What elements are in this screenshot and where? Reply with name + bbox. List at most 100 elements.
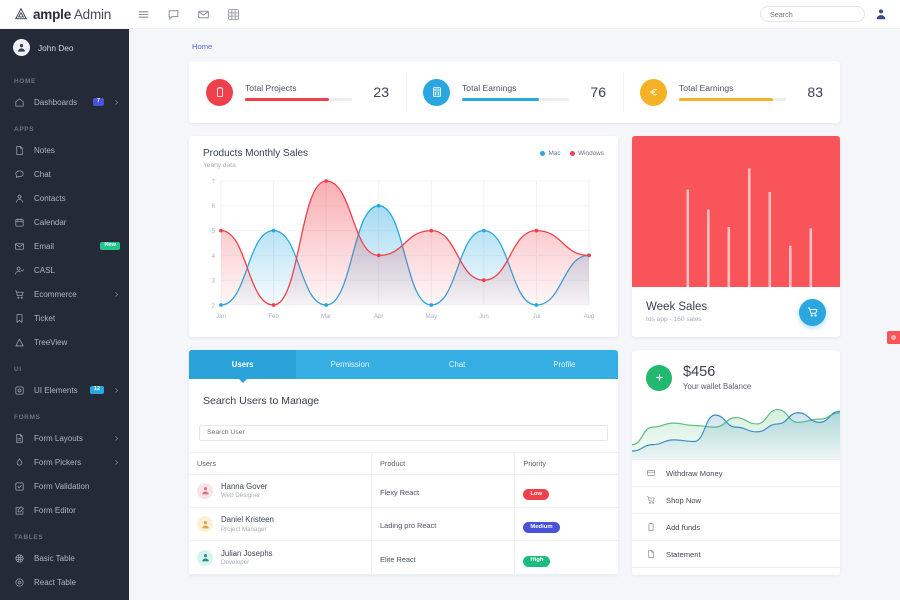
week-sales-title: Week Sales — [646, 301, 708, 313]
stat-card-body: Total Projects — [245, 83, 361, 101]
stat-progress-track — [679, 98, 787, 101]
cell-user: Julian Josephs Developer — [189, 540, 373, 575]
sidebar-item-badge: 7 — [92, 97, 104, 107]
svg-text:Jun: Jun — [479, 314, 489, 320]
product-name: Lading pro React — [380, 521, 437, 531]
svg-text:Apr: Apr — [374, 314, 383, 320]
search-input[interactable] — [760, 6, 865, 22]
stat-progress-fill — [679, 98, 774, 101]
contact-icon — [14, 193, 25, 204]
content-area: Total Projects 23 Total Earnings 76 Total Ea… — [129, 51, 900, 575]
legend-item-windows[interactable]: Windows — [569, 150, 604, 157]
sidebar-item-label: Basic Table — [34, 553, 75, 563]
main-content: Home Total Projects 23 Total Earnings 76 Tot… — [129, 29, 900, 600]
edit-square-icon — [14, 505, 25, 516]
tab-users[interactable]: Users — [189, 350, 297, 379]
sidebar-item-label: CASL — [34, 265, 55, 275]
svg-text:May: May — [426, 314, 437, 320]
user-name: Daniel Kristeen — [221, 515, 274, 525]
chart-header: Products Monthly Sales Yearly data Mac Wi… — [199, 148, 608, 169]
sidebar-item-casl[interactable]: CASL — [0, 258, 129, 282]
user-role: Developer — [221, 559, 250, 567]
sidebar-item-label: Email — [34, 241, 55, 251]
user-name: Hanna Gover — [221, 481, 268, 491]
cell-user: Daniel Kristeen Project Manager — [189, 507, 373, 542]
user-avatar-icon — [201, 487, 209, 495]
wallet-icon — [646, 468, 656, 478]
wallet-menu-label: Shop Now — [666, 495, 702, 505]
users-heading: Search Users to Manage — [203, 395, 320, 407]
tab-chat[interactable]: Chat — [404, 350, 511, 379]
wallet-subtitle: Your wallet Balance — [683, 382, 752, 391]
sidebar-item-chat[interactable]: Chat — [0, 162, 129, 186]
wallet-menu-item-add-funds[interactable]: Add funds — [632, 514, 840, 541]
envelope-icon[interactable] — [197, 8, 210, 21]
sidebar-item-form-editor[interactable]: Form Editor — [0, 498, 129, 522]
week-sales-cart-button[interactable] — [799, 298, 826, 326]
app-body: John Deo HOME Dashboards 7 APPS Notes Chat Con… — [0, 29, 900, 600]
brand-logo-area[interactable]: ample Admin — [0, 7, 129, 22]
brand-bold: ample — [33, 6, 72, 22]
avatar — [197, 549, 213, 566]
table-row[interactable]: Julian Josephs Developer Elite React High — [189, 540, 618, 575]
sidebar-item-email[interactable]: Email New — [0, 234, 129, 258]
wallet-amount: $456 — [683, 364, 716, 380]
sidebar-item-react-table[interactable]: React Table — [0, 570, 129, 594]
comment-icon[interactable] — [167, 8, 180, 21]
mail-icon — [14, 241, 25, 252]
sidebar-item-ticket[interactable]: Ticket — [0, 306, 129, 330]
legend-swatch — [539, 150, 546, 157]
legend-item-mac[interactable]: Mac — [539, 150, 561, 157]
breadcrumb[interactable]: Home — [129, 29, 900, 51]
sidebar-item-basic-table[interactable]: Basic Table — [0, 546, 129, 570]
clipboard-icon — [646, 522, 656, 532]
wallet-menu-item-shop-now[interactable]: Shop Now — [632, 487, 840, 514]
user-avatar-icon[interactable] — [874, 7, 888, 21]
sidebar-item-badge: New — [100, 241, 120, 251]
sidebar-item-ecommerce[interactable]: Ecommerce — [0, 282, 129, 306]
product-name: Flexy React — [380, 487, 420, 497]
sidebar-item-label: Contacts — [34, 193, 66, 203]
sidebar-item-ui-elements[interactable]: UI Elements 12 — [0, 378, 129, 402]
table-row[interactable]: Hanna Gover Web Designer Flexy React Low — [189, 474, 618, 508]
products-monthly-sales-card: Products Monthly Sales Yearly data Mac Wi… — [189, 136, 618, 337]
search-user-input[interactable] — [199, 424, 608, 441]
sidebar-item-dashboards[interactable]: Dashboards 7 — [0, 90, 129, 114]
avatar — [13, 39, 30, 56]
sidebar-item-label: Chat — [34, 169, 51, 179]
wallet-menu-item-withdraw-money[interactable]: Withdraw Money — [632, 460, 840, 487]
sidebar-item-label: Calendar — [34, 217, 67, 227]
tab-permission[interactable]: Permission — [296, 350, 403, 379]
check-square-icon — [14, 481, 25, 492]
svg-text:Aug: Aug — [584, 314, 595, 320]
file-icon — [14, 433, 25, 444]
sidebar-item-form-pickers[interactable]: Form Pickers — [0, 450, 129, 474]
sidebar-profile[interactable]: John Deo — [0, 29, 129, 66]
svg-text:4: 4 — [212, 254, 216, 260]
table-row[interactable]: Daniel Kristeen Project Manager Lading pro… — [189, 507, 618, 542]
wallet-menu-label: Statement — [666, 549, 701, 559]
wallet-menu-item-statement[interactable]: Statement — [632, 541, 840, 568]
clipboard-icon — [206, 78, 233, 106]
wallet-add-button[interactable] — [646, 364, 672, 391]
sidebar-item-treeview[interactable]: TreeView — [0, 330, 129, 354]
sidebar-item-contacts[interactable]: Contacts — [0, 186, 129, 210]
area-line-chart: 2 3 4 5 6 7 Jan Feb Mar Apr May Jun Jul Aug — [212, 179, 595, 320]
sidebar-item-form-validation[interactable]: Form Validation — [0, 474, 129, 498]
sidebar-item-notes[interactable]: Notes — [0, 138, 129, 162]
row-charts: Products Monthly Sales Yearly data Mac Wi… — [189, 136, 840, 337]
sidebar: John Deo HOME Dashboards 7 APPS Notes Chat Con… — [0, 29, 129, 600]
stat-card-value: 76 — [590, 84, 606, 100]
cell-priority: High — [514, 540, 618, 575]
stat-card-2: Total Earnings 83 — [623, 61, 840, 123]
sidebar-item-label: Dashboards — [34, 97, 78, 107]
svg-text:Feb: Feb — [268, 314, 279, 320]
admin-dashboard: ample Admin John Deo HOME Dashboards 7 APPS… — [0, 0, 900, 600]
hamburger-icon[interactable] — [137, 8, 150, 21]
grid-icon[interactable] — [227, 8, 240, 21]
theme-settings-button[interactable] — [887, 331, 900, 344]
document-icon — [646, 549, 656, 559]
sidebar-item-form-layouts[interactable]: Form Layouts — [0, 426, 129, 450]
tab-profile[interactable]: Profile — [511, 350, 618, 379]
sidebar-item-calendar[interactable]: Calendar — [0, 210, 129, 234]
